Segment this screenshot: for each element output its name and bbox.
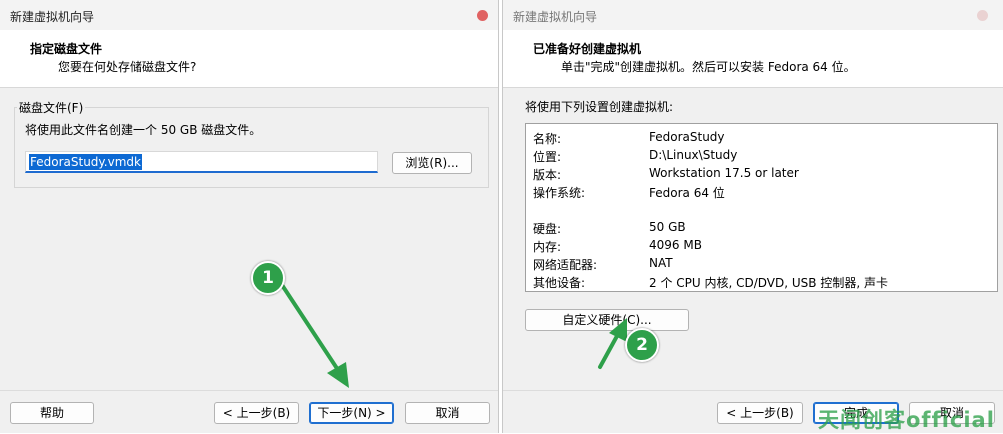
window-title: 新建虚拟机向导 <box>10 10 95 24</box>
summary-intro: 将使用下列设置创建虚拟机: <box>525 100 674 114</box>
help-button[interactable]: 帮助 <box>10 402 94 424</box>
browse-button[interactable]: 浏览(R)... <box>392 152 472 174</box>
summary-value: D:\Linux\Study <box>649 148 738 162</box>
summary-value: 50 GB <box>649 220 686 234</box>
summary-label: 网络适配器: <box>533 258 598 272</box>
new-vm-wizard-disk-file-window: 新建虚拟机向导 指定磁盘文件 您要在何处存储磁盘文件? 磁盘文件(F) 将使用此… <box>0 0 499 433</box>
disk-filename-input[interactable]: FedoraStudy.vmdk <box>25 151 378 173</box>
back-button[interactable]: < 上一步(B) <box>717 402 803 424</box>
close-icon[interactable] <box>977 10 988 21</box>
page-title: 指定磁盘文件 <box>30 42 103 56</box>
summary-label: 操作系统: <box>533 186 586 200</box>
summary-value: 4096 MB <box>649 238 702 252</box>
step-2-badge: 2 <box>625 328 659 362</box>
page-title: 已准备好创建虚拟机 <box>533 42 642 56</box>
customize-hardware-button[interactable]: 自定义硬件(C)... <box>525 309 689 331</box>
cancel-button[interactable]: 取消 <box>405 402 490 424</box>
step-1-badge: 1 <box>251 261 285 295</box>
summary-value: 2 个 CPU 内核, CD/DVD, USB 控制器, 声卡 <box>649 276 888 290</box>
summary-value: FedoraStudy <box>649 130 725 144</box>
summary-label: 其他设备: <box>533 276 586 290</box>
disk-file-group-label: 磁盘文件(F) <box>17 99 86 116</box>
title-bar: 新建虚拟机向导 <box>503 0 1003 30</box>
summary-value: Workstation 17.5 or later <box>649 166 799 180</box>
wizard-header: 已准备好创建虚拟机 单击"完成"创建虚拟机。然后可以安装 Fedora 64 位… <box>503 30 1003 88</box>
page-subtitle: 单击"完成"创建虚拟机。然后可以安装 Fedora 64 位。 <box>561 60 856 74</box>
summary-value: NAT <box>649 256 673 270</box>
back-button[interactable]: < 上一步(B) <box>214 402 299 424</box>
next-button[interactable]: 下一步(N) > <box>309 402 394 424</box>
wizard-button-bar: 帮助 < 上一步(B) 下一步(N) > 取消 <box>0 390 498 433</box>
disk-file-description: 将使用此文件名创建一个 50 GB 磁盘文件。 <box>25 123 262 137</box>
disk-filename-value: FedoraStudy.vmdk <box>29 154 142 170</box>
window-title: 新建虚拟机向导 <box>513 10 598 24</box>
summary-label: 版本: <box>533 168 562 182</box>
new-vm-wizard-summary-window: 新建虚拟机向导 已准备好创建虚拟机 单击"完成"创建虚拟机。然后可以安装 Fed… <box>502 0 1003 433</box>
watermark-logo: 天闻创客official <box>818 408 995 432</box>
close-icon[interactable] <box>477 10 488 21</box>
disk-file-group <box>14 107 489 188</box>
summary-value: Fedora 64 位 <box>649 186 725 200</box>
settings-summary-list: 名称: FedoraStudy 位置: D:\Linux\Study 版本: W… <box>525 123 998 292</box>
summary-label: 内存: <box>533 240 562 254</box>
wizard-header: 指定磁盘文件 您要在何处存储磁盘文件? <box>0 30 498 88</box>
summary-label: 位置: <box>533 150 562 164</box>
page-subtitle: 您要在何处存储磁盘文件? <box>58 60 197 74</box>
title-bar: 新建虚拟机向导 <box>0 0 498 30</box>
summary-label: 名称: <box>533 132 562 146</box>
summary-label: 硬盘: <box>533 222 562 236</box>
